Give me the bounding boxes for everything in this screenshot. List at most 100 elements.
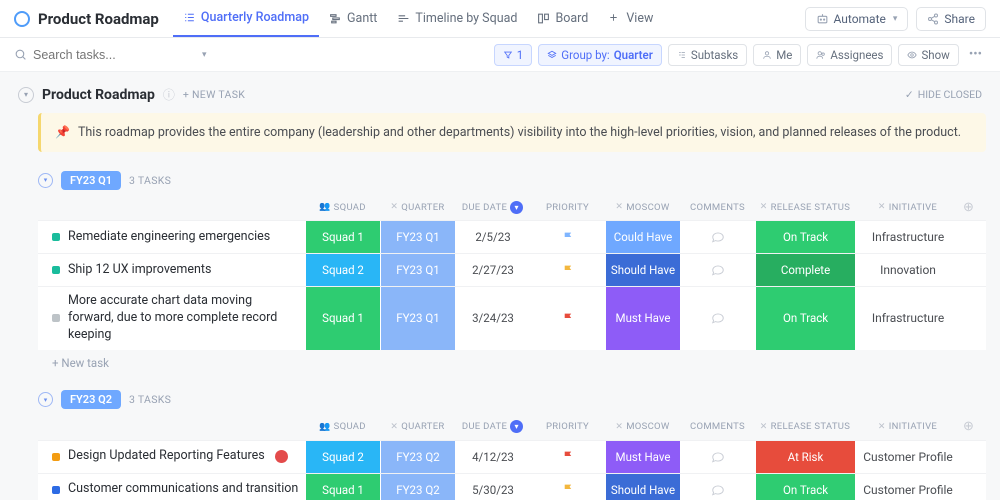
- priority-cell[interactable]: [530, 221, 605, 253]
- show-chip[interactable]: Show: [898, 44, 958, 66]
- col-moscow[interactable]: ✕MOSCOW: [605, 202, 680, 213]
- status-square-icon[interactable]: [52, 453, 60, 461]
- flag-icon[interactable]: [562, 231, 575, 244]
- col-release[interactable]: ✕RELEASE STATUS: [755, 202, 855, 213]
- quarter-cell[interactable]: FY23 Q1: [380, 287, 455, 350]
- task-row[interactable]: Customer communications and transition S…: [38, 473, 986, 500]
- col-initiative[interactable]: ✕INITIATIVE: [855, 421, 960, 432]
- duedate-cell[interactable]: 4/12/23: [455, 441, 530, 473]
- moscow-cell[interactable]: Must Have: [605, 441, 680, 473]
- col-duedate[interactable]: DUE DATE ▾: [455, 201, 530, 214]
- col-initiative[interactable]: ✕INITIATIVE: [855, 202, 960, 213]
- col-priority[interactable]: PRIORITY: [530, 421, 605, 432]
- initiative-cell[interactable]: Customer Profile: [855, 474, 960, 500]
- squad-cell[interactable]: Squad 1: [305, 474, 380, 500]
- collapse-list-icon[interactable]: ▾: [18, 87, 34, 103]
- priority-cell[interactable]: [530, 474, 605, 500]
- group-label[interactable]: FY23 Q2: [61, 390, 121, 409]
- flag-icon[interactable]: [562, 450, 575, 463]
- task-row[interactable]: Remediate engineering emergencies Squad …: [38, 220, 986, 253]
- tab-view[interactable]: View: [598, 0, 663, 37]
- add-column-button[interactable]: ⊕: [960, 200, 977, 215]
- tab-quarterly-roadmap[interactable]: Quarterly Roadmap: [173, 0, 319, 37]
- quarter-cell[interactable]: FY23 Q2: [380, 441, 455, 473]
- squad-cell[interactable]: Squad 2: [305, 441, 380, 473]
- col-duedate[interactable]: DUE DATE ▾: [455, 420, 530, 433]
- search-input[interactable]: [33, 48, 194, 62]
- col-comments[interactable]: COMMENTS: [680, 202, 755, 213]
- assignees-chip[interactable]: Assignees: [807, 44, 892, 66]
- status-square-icon[interactable]: [52, 314, 60, 322]
- collapse-group-icon[interactable]: ▾: [38, 173, 53, 188]
- comments-cell[interactable]: [680, 441, 755, 473]
- tab-timeline-by-squad[interactable]: Timeline by Squad: [387, 0, 527, 37]
- task-row[interactable]: More accurate chart data moving forward,…: [38, 286, 986, 350]
- priority-cell[interactable]: [530, 287, 605, 350]
- new-task-button[interactable]: + NEW TASK: [183, 88, 245, 101]
- flag-icon[interactable]: [562, 312, 575, 325]
- col-squad[interactable]: 👥SQUAD: [305, 202, 380, 213]
- new-task-row[interactable]: + New task: [38, 350, 986, 376]
- moscow-cell[interactable]: Should Have: [605, 254, 680, 286]
- initiative-cell[interactable]: Customer Profile: [855, 441, 960, 473]
- group-label[interactable]: FY23 Q1: [61, 171, 121, 190]
- release-status-cell[interactable]: Complete: [755, 254, 855, 286]
- hide-closed-toggle[interactable]: ✓ HIDE CLOSED: [905, 88, 982, 101]
- col-quarter[interactable]: ✕QUARTER: [380, 202, 455, 213]
- squad-cell[interactable]: Squad 1: [305, 287, 380, 350]
- app-logo[interactable]: [14, 11, 30, 27]
- release-status-cell[interactable]: On Track: [755, 474, 855, 500]
- status-square-icon[interactable]: [52, 486, 60, 494]
- status-square-icon[interactable]: [52, 266, 60, 274]
- initiative-cell[interactable]: Infrastructure: [855, 287, 960, 350]
- priority-cell[interactable]: [530, 441, 605, 473]
- task-row[interactable]: Ship 12 UX improvements Squad 2 FY23 Q1 …: [38, 253, 986, 286]
- comments-cell[interactable]: [680, 254, 755, 286]
- col-comments[interactable]: COMMENTS: [680, 421, 755, 432]
- squad-cell[interactable]: Squad 1: [305, 221, 380, 253]
- flag-icon[interactable]: [562, 483, 575, 496]
- moscow-cell[interactable]: Could Have: [605, 221, 680, 253]
- comments-cell[interactable]: [680, 474, 755, 500]
- me-chip[interactable]: Me: [753, 44, 801, 66]
- automate-button[interactable]: Automate ▾: [805, 7, 909, 31]
- more-icon[interactable]: •••: [965, 47, 986, 62]
- flag-icon[interactable]: [562, 264, 575, 277]
- priority-cell[interactable]: [530, 254, 605, 286]
- moscow-cell[interactable]: Should Have: [605, 474, 680, 500]
- col-quarter[interactable]: ✕QUARTER: [380, 421, 455, 432]
- task-title[interactable]: Ship 12 UX improvements: [68, 262, 211, 279]
- task-title[interactable]: Design Updated Reporting Features: [68, 448, 265, 465]
- duedate-cell[interactable]: 5/30/23: [455, 474, 530, 500]
- release-status-cell[interactable]: At Risk: [755, 441, 855, 473]
- squad-cell[interactable]: Squad 2: [305, 254, 380, 286]
- release-status-cell[interactable]: On Track: [755, 221, 855, 253]
- task-title[interactable]: Remediate engineering emergencies: [68, 229, 270, 246]
- col-moscow[interactable]: ✕MOSCOW: [605, 421, 680, 432]
- task-row[interactable]: Design Updated Reporting Features Squad …: [38, 440, 986, 473]
- info-icon[interactable]: ⓘ: [163, 86, 175, 103]
- groupby-chip[interactable]: Group by: Quarter: [538, 44, 662, 66]
- comments-cell[interactable]: [680, 287, 755, 350]
- filter-chip[interactable]: 1: [494, 44, 532, 66]
- task-title[interactable]: Customer communications and transition: [68, 481, 298, 498]
- tab-gantt[interactable]: Gantt: [319, 0, 387, 37]
- add-column-button[interactable]: ⊕: [960, 419, 977, 434]
- collapse-group-icon[interactable]: ▾: [38, 392, 53, 407]
- initiative-cell[interactable]: Innovation: [855, 254, 960, 286]
- subtasks-chip[interactable]: Subtasks: [668, 44, 747, 66]
- duedate-cell[interactable]: 3/24/23: [455, 287, 530, 350]
- duedate-cell[interactable]: 2/5/23: [455, 221, 530, 253]
- quarter-cell[interactable]: FY23 Q1: [380, 221, 455, 253]
- quarter-cell[interactable]: FY23 Q1: [380, 254, 455, 286]
- comments-cell[interactable]: [680, 221, 755, 253]
- col-release[interactable]: ✕RELEASE STATUS: [755, 421, 855, 432]
- chevron-down-icon[interactable]: ▾: [202, 50, 207, 60]
- tab-board[interactable]: Board: [527, 0, 598, 37]
- quarter-cell[interactable]: FY23 Q2: [380, 474, 455, 500]
- initiative-cell[interactable]: Infrastructure: [855, 221, 960, 253]
- col-priority[interactable]: PRIORITY: [530, 202, 605, 213]
- release-status-cell[interactable]: On Track: [755, 287, 855, 350]
- share-button[interactable]: Share: [916, 7, 986, 31]
- duedate-cell[interactable]: 2/27/23: [455, 254, 530, 286]
